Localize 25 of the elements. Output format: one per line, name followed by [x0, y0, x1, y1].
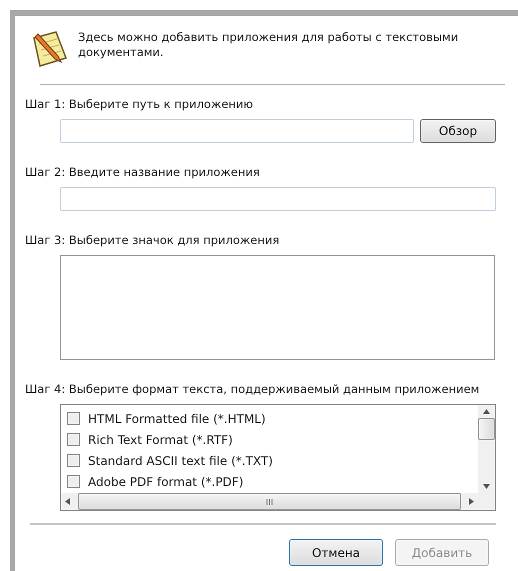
checkbox[interactable] — [67, 433, 80, 446]
grip-icon — [266, 498, 273, 504]
checkbox[interactable] — [67, 412, 80, 425]
step-label: Шаг 3: Выберите значок для приложения — [25, 233, 280, 247]
scroll-down-icon[interactable] — [483, 484, 490, 489]
browse-button[interactable]: Обзор — [420, 119, 496, 143]
step-label: Шаг 2: Введите название приложения — [25, 165, 261, 179]
dialog-button[interactable]: Отмена — [289, 539, 383, 566]
scroll-up-icon[interactable] — [483, 409, 490, 414]
scroll-thumb[interactable] — [478, 418, 495, 440]
format-label: HTML Formatted file (*.HTML) — [88, 412, 266, 426]
checkbox[interactable] — [67, 475, 80, 488]
name-input[interactable] — [60, 187, 496, 211]
scroll-thumb[interactable] — [78, 493, 461, 510]
checkbox[interactable] — [67, 454, 80, 467]
path-input[interactable] — [60, 119, 414, 143]
scroll-left-icon[interactable] — [65, 498, 70, 505]
intro-text: Здесь можно добавить приложения для работы с текстовыми документами. — [78, 29, 460, 60]
format-label: Adobe PDF format (*.PDF) — [88, 474, 244, 488]
icon-picker[interactable] — [60, 255, 495, 360]
step-label: Шаг 1: Выберите путь к приложению — [25, 97, 254, 111]
format-label: Standard ASCII text file (*.TXT) — [88, 454, 273, 468]
step-label: Шаг 4: Выберите формат текста, поддерживаемый данным приложением — [25, 382, 480, 396]
scroll-right-icon[interactable] — [469, 498, 474, 505]
format-label: Rich Text Format (*.RTF) — [88, 432, 233, 446]
